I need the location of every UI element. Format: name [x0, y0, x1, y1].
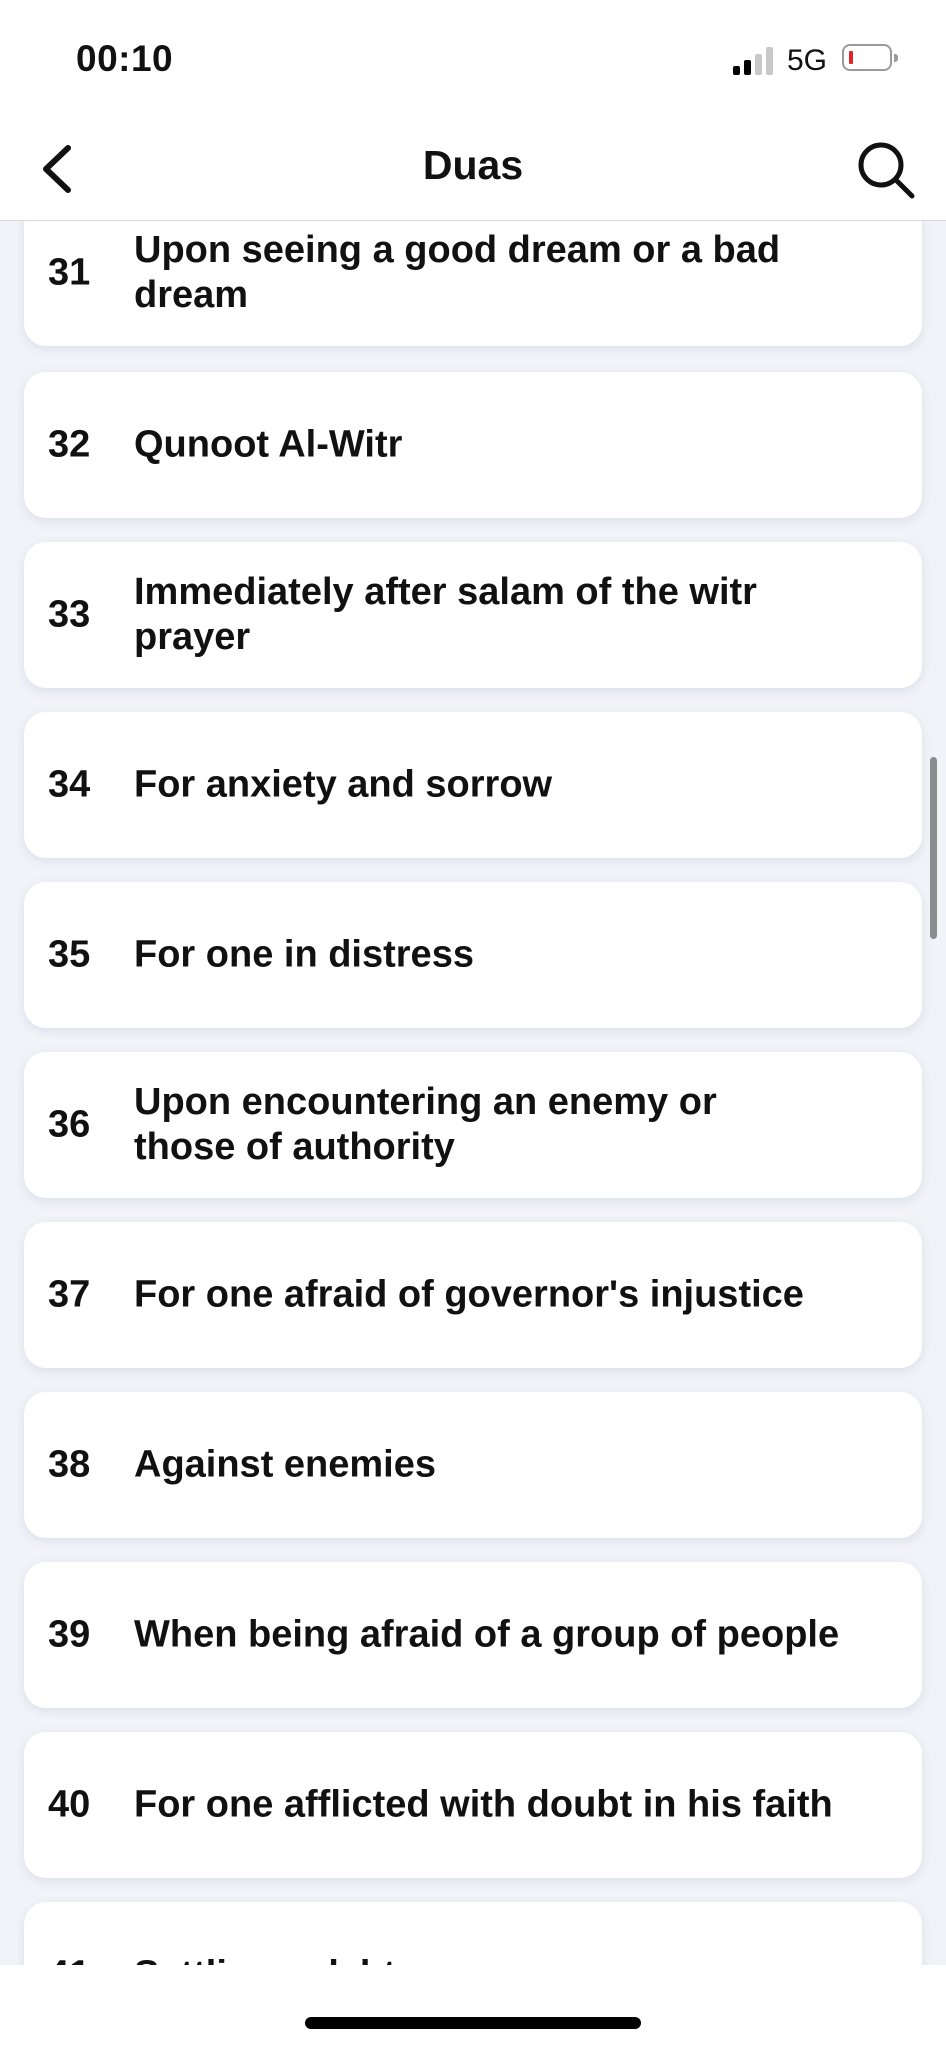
dua-title: Against enemies — [134, 1443, 436, 1486]
dua-title: Settling a debt — [134, 1953, 882, 1966]
dua-item[interactable]: 39 When being afraid of a group of peopl… — [24, 1562, 922, 1708]
dua-title: Immediately after salam of the witr pray… — [134, 571, 757, 658]
dua-title: Upon encountering an enemy or those of a… — [134, 1081, 717, 1168]
battery-icon — [842, 44, 898, 71]
dua-title: For anxiety and sorrow — [134, 763, 553, 806]
dua-number: 33 — [48, 593, 91, 636]
home-indicator[interactable] — [305, 2017, 641, 2029]
dua-number: 31 — [48, 251, 91, 294]
dua-title: For one afraid of governor's injustice — [134, 1273, 804, 1316]
navigation-bar: Duas — [0, 120, 946, 221]
dua-item[interactable]: 38 Against enemies — [24, 1392, 922, 1538]
dua-title: When being afraid of a group of people — [134, 1613, 840, 1656]
dua-number: 32 — [48, 423, 91, 466]
search-icon — [858, 142, 915, 199]
dua-title: For one afflicted with doubt in his fait… — [134, 1783, 833, 1826]
search-button[interactable] — [850, 134, 920, 204]
duas-list[interactable]: 31 Upon seeing a good dream or a bad dre… — [0, 0, 946, 1965]
page-title: Duas — [422, 142, 524, 188]
dua-item[interactable]: 41 Settling a debt — [24, 1902, 922, 1965]
dua-number: 40 — [48, 1783, 91, 1826]
dua-title: Qunoot Al-Witr — [134, 423, 403, 466]
dua-number: 37 — [48, 1273, 91, 1316]
dua-item[interactable]: 31 Upon seeing a good dream or a bad dre… — [24, 200, 922, 346]
dua-item[interactable]: 36 Upon encountering an enemy or those o… — [24, 1052, 922, 1198]
dua-number: 34 — [48, 763, 91, 806]
scroll-indicator[interactable] — [930, 757, 937, 939]
status-bar: 00:10 5G — [0, 0, 946, 120]
bottom-safe-area — [0, 1965, 946, 2048]
dua-number: 35 — [48, 933, 91, 976]
dua-title: Upon seeing a good dream or a bad dream — [134, 229, 781, 316]
signal-icon — [733, 45, 777, 75]
dua-item[interactable]: 32 Qunoot Al-Witr — [24, 372, 922, 518]
dua-item[interactable]: 34 For anxiety and sorrow — [24, 712, 922, 858]
dua-title: For one in distress — [134, 933, 474, 976]
dua-item[interactable]: 33 Immediately after salam of the witr p… — [24, 542, 922, 688]
dua-item[interactable]: 35 For one in distress — [24, 882, 922, 1028]
dua-number: 39 — [48, 1613, 91, 1656]
network-type: 5G — [787, 44, 828, 77]
dua-item[interactable]: 40 For one afflicted with doubt in his f… — [24, 1732, 922, 1878]
dua-item[interactable]: 37 For one afraid of governor's injustic… — [24, 1222, 922, 1368]
dua-number: 41 — [48, 1954, 90, 1966]
dua-number: 36 — [48, 1103, 91, 1146]
status-time: 00:10 — [76, 38, 174, 79]
dua-number: 38 — [48, 1443, 91, 1486]
